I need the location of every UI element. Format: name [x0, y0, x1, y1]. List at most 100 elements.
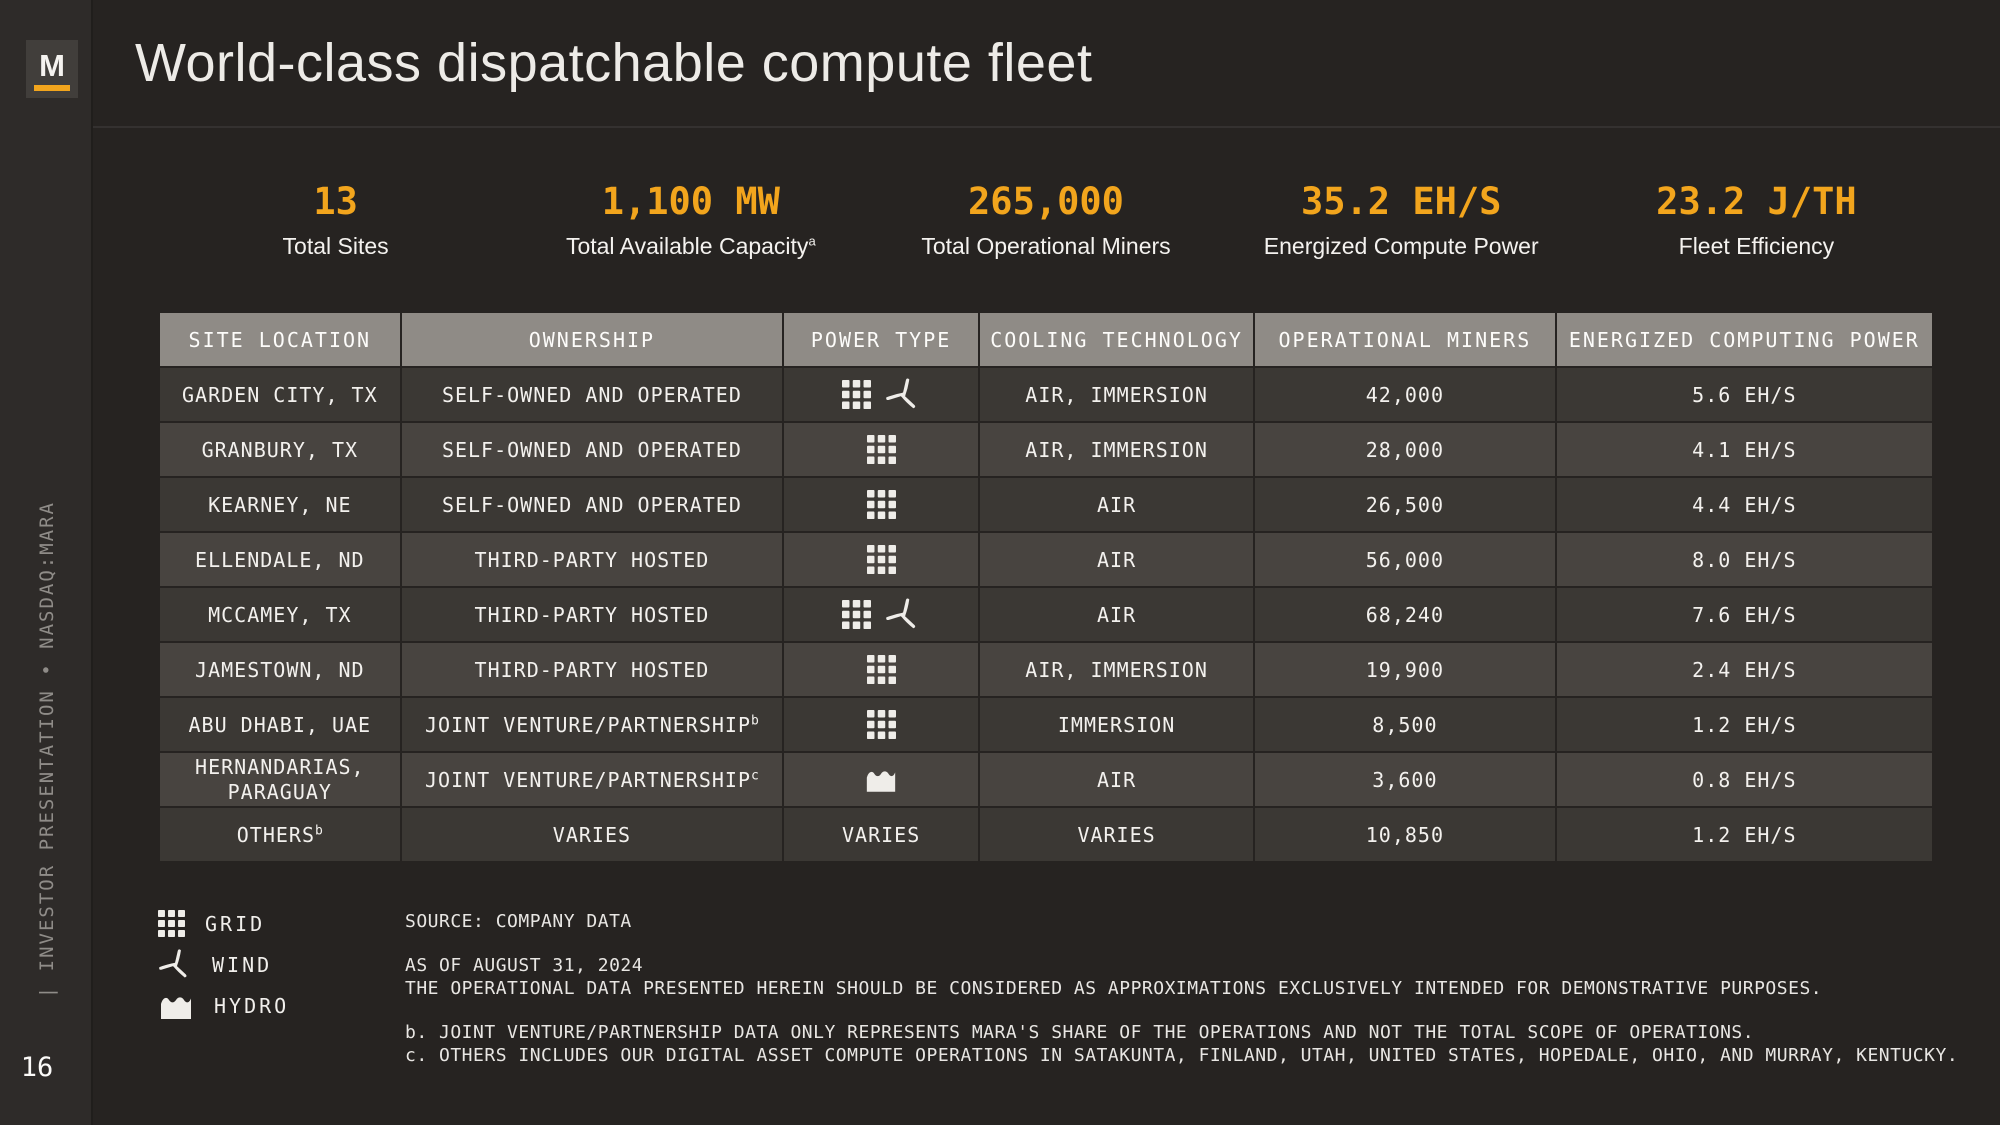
logo-underline [34, 85, 70, 91]
cooling-technology: VARIES [980, 808, 1253, 861]
energized-computing-power: 0.8 EH/S [1557, 753, 1932, 806]
sidebar-tagline-wrap: | INVESTOR PRESENTATION • NASDAQ:MARA [0, 380, 93, 1120]
col-ownership: OWNERSHIP [402, 313, 783, 366]
wind-icon [885, 597, 921, 633]
power-type [784, 533, 978, 586]
cooling-technology: AIR [980, 533, 1253, 586]
cooling-technology: AIR [980, 588, 1253, 641]
operational-miners: 68,240 [1255, 588, 1555, 641]
table-row-others: OTHERSb VARIES VARIES VARIES 10,850 1.2 … [160, 808, 1932, 861]
kpi-total-capacity: 1,100 MW Total Available Capacitya [513, 180, 868, 260]
footnote-b: b. JOINT VENTURE/PARTNERSHIP DATA ONLY R… [405, 1021, 1965, 1044]
operational-miners: 3,600 [1255, 753, 1555, 806]
operational-miners: 56,000 [1255, 533, 1555, 586]
cooling-technology: AIR [980, 753, 1253, 806]
site-location: JAMESTOWN, ND [160, 643, 400, 696]
legend-label: HYDRO [214, 994, 289, 1018]
ownership: JOINT VENTURE/PARTNERSHIPb [402, 698, 783, 751]
cooling-technology: AIR, IMMERSION [980, 368, 1253, 421]
site-location: MCCAMEY, TX [160, 588, 400, 641]
energized-computing-power: 1.2 EH/S [1557, 698, 1932, 751]
kpi-value: 23.2 J/TH [1579, 180, 1934, 223]
power-type [784, 643, 978, 696]
kpi-label: Total Sites [158, 233, 513, 260]
footnotes: SOURCE: COMPANY DATA AS OF AUGUST 31, 20… [405, 910, 1965, 1067]
footnote-c: c. OTHERS INCLUDES OUR DIGITAL ASSET COM… [405, 1044, 1965, 1067]
col-energized-computing-power: ENERGIZED COMPUTING POWER [1557, 313, 1932, 366]
power-type [784, 423, 978, 476]
ownership: JOINT VENTURE/PARTNERSHIPc [402, 753, 783, 806]
mara-logo: M [26, 40, 78, 98]
table-header-row: SITE LOCATION OWNERSHIP POWER TYPE COOLI… [160, 313, 1932, 366]
energized-computing-power: 4.1 EH/S [1557, 423, 1932, 476]
power-type [784, 588, 978, 641]
grid-icon [842, 600, 871, 629]
kpi-value: 35.2 EH/S [1224, 180, 1579, 223]
table-row-mccamey: MCCAMEY, TX THIRD-PARTY HOSTED AIR 68,24… [160, 588, 1932, 641]
operational-miners: 28,000 [1255, 423, 1555, 476]
site-location: ABU DHABI, UAE [160, 698, 400, 751]
energized-computing-power: 2.4 EH/S [1557, 643, 1932, 696]
power-type [784, 753, 978, 806]
legend-label: GRID [205, 912, 265, 936]
table-row-ellendale: ELLENDALE, ND THIRD-PARTY HOSTED AIR 56,… [160, 533, 1932, 586]
operational-miners: 19,900 [1255, 643, 1555, 696]
power-type-legend: GRID WIND HYDRO [158, 903, 289, 1026]
operational-miners: 8,500 [1255, 698, 1555, 751]
kpi-total-sites: 13 Total Sites [158, 180, 513, 260]
kpi-row: 13 Total Sites 1,100 MW Total Available … [158, 180, 1934, 260]
hydro-icon [864, 765, 898, 794]
disclaimer-note: THE OPERATIONAL DATA PRESENTED HEREIN SH… [405, 977, 1965, 1000]
col-cooling-technology: COOLING TECHNOLOGY [980, 313, 1253, 366]
site-location: GRANBURY, TX [160, 423, 400, 476]
wind-icon [885, 377, 921, 413]
legend-item-wind: WIND [158, 944, 289, 985]
legend-label: WIND [212, 953, 272, 977]
ownership: THIRD-PARTY HOSTED [402, 643, 783, 696]
legend-item-hydro: HYDRO [158, 985, 289, 1026]
cooling-technology: AIR, IMMERSION [980, 643, 1253, 696]
page-title: World-class dispatchable compute fleet [135, 32, 1092, 94]
site-location: ELLENDALE, ND [160, 533, 400, 586]
kpi-compute-power: 35.2 EH/S Energized Compute Power [1224, 180, 1579, 260]
kpi-value: 1,100 MW [513, 180, 868, 223]
sidebar-tagline: | INVESTOR PRESENTATION • NASDAQ:MARA [36, 501, 58, 998]
operational-miners: 42,000 [1255, 368, 1555, 421]
site-location: GARDEN CITY, TX [160, 368, 400, 421]
power-type [784, 478, 978, 531]
header-band: World-class dispatchable compute fleet [93, 0, 2000, 128]
col-site-location: SITE LOCATION [160, 313, 400, 366]
energized-computing-power: 5.6 EH/S [1557, 368, 1932, 421]
footnote-marker: a [808, 233, 815, 248]
table-row-abu-dhabi: ABU DHABI, UAE JOINT VENTURE/PARTNERSHIP… [160, 698, 1932, 751]
table-row-jamestown: JAMESTOWN, ND THIRD-PARTY HOSTED AIR, IM… [160, 643, 1932, 696]
operational-miners: 10,850 [1255, 808, 1555, 861]
table-row-kearney: KEARNEY, NE SELF-OWNED AND OPERATED AIR … [160, 478, 1932, 531]
table-row-hernandarias: HERNANDARIAS,PARAGUAY JOINT VENTURE/PART… [160, 753, 1932, 806]
power-type: VARIES [784, 808, 978, 861]
site-location: OTHERSb [160, 808, 400, 861]
kpi-value: 13 [158, 180, 513, 223]
sidebar: M | INVESTOR PRESENTATION • NASDAQ:MARA … [0, 0, 93, 1125]
legend-item-grid: GRID [158, 903, 289, 944]
grid-icon [158, 910, 185, 937]
kpi-total-miners: 265,000 Total Operational Miners [868, 180, 1223, 260]
cooling-technology: IMMERSION [980, 698, 1253, 751]
site-location: KEARNEY, NE [160, 478, 400, 531]
kpi-label: Total Operational Miners [868, 233, 1223, 260]
site-location: HERNANDARIAS,PARAGUAY [160, 753, 400, 806]
operational-miners: 26,500 [1255, 478, 1555, 531]
ownership: VARIES [402, 808, 783, 861]
energized-computing-power: 1.2 EH/S [1557, 808, 1932, 861]
grid-icon [867, 545, 896, 574]
logo-letter: M [39, 50, 65, 81]
kpi-fleet-efficiency: 23.2 J/TH Fleet Efficiency [1579, 180, 1934, 260]
ownership: SELF-OWNED AND OPERATED [402, 423, 783, 476]
fleet-table: SITE LOCATION OWNERSHIP POWER TYPE COOLI… [158, 311, 1934, 863]
kpi-label: Fleet Efficiency [1579, 233, 1934, 260]
grid-icon [867, 655, 896, 684]
power-type [784, 698, 978, 751]
energized-computing-power: 8.0 EH/S [1557, 533, 1932, 586]
grid-icon [867, 435, 896, 464]
footnote-marker: b [315, 823, 323, 838]
